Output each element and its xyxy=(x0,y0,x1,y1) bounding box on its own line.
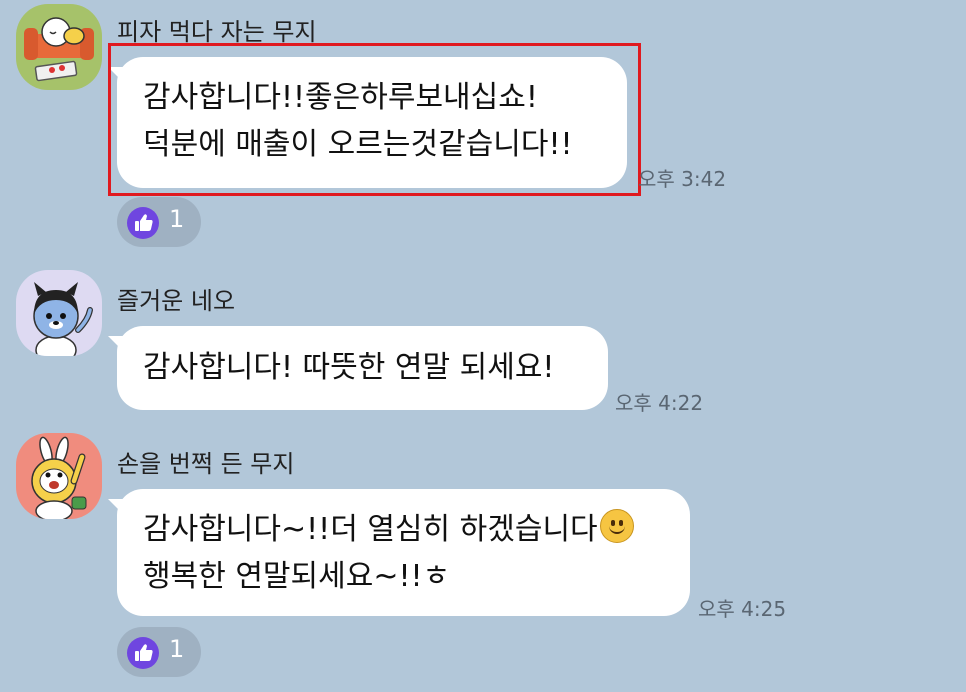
neo-waving-icon xyxy=(16,270,102,356)
message-timestamp: 오후 4:25 xyxy=(698,597,787,621)
message-timestamp: 오후 3:42 xyxy=(638,167,727,191)
message-timestamp: 오후 4:22 xyxy=(615,391,704,415)
reaction-count: 1 xyxy=(169,205,185,233)
message-bubble[interactable]: 감사합니다! 따뜻한 연말 되세요! xyxy=(108,326,608,410)
message-line: 감사합니다! 따뜻한 연말 되세요! xyxy=(143,350,555,385)
reaction-badge[interactable]: 1 xyxy=(117,627,201,677)
message-line: 행복한 연말되세요~!!ㅎ xyxy=(143,559,451,594)
reaction-count: 1 xyxy=(169,635,185,663)
message-bubble[interactable]: 감사합니다~!!더 열심히 하겠습니다 행복한 연말되세요~!!ㅎ xyxy=(108,489,690,616)
thumbs-up-icon xyxy=(127,637,159,669)
message-line-with-emoji: 감사합니다~!!더 열심히 하겠습니다 xyxy=(143,506,664,553)
muzi-sleeping-on-sofa-avatar[interactable] xyxy=(16,4,102,90)
sender-name: 피자 먹다 자는 무지 xyxy=(117,18,317,46)
thumbs-up-icon xyxy=(127,207,159,239)
muzi-raising-hand-icon xyxy=(16,433,102,519)
muzi-raising-hand-avatar[interactable] xyxy=(16,433,102,519)
neo-waving-avatar[interactable] xyxy=(16,270,102,356)
sender-name: 손을 번쩍 든 무지 xyxy=(117,450,295,478)
highlight-box xyxy=(108,43,641,196)
slightly-smiling-face-emoji xyxy=(599,509,634,543)
muzi-sleeping-on-sofa-icon xyxy=(16,4,102,90)
reaction-badge[interactable]: 1 xyxy=(117,197,201,247)
sender-name: 즐거운 네오 xyxy=(117,287,236,315)
message-line: 감사합니다~!!더 열심히 하겠습니다 xyxy=(143,512,598,547)
